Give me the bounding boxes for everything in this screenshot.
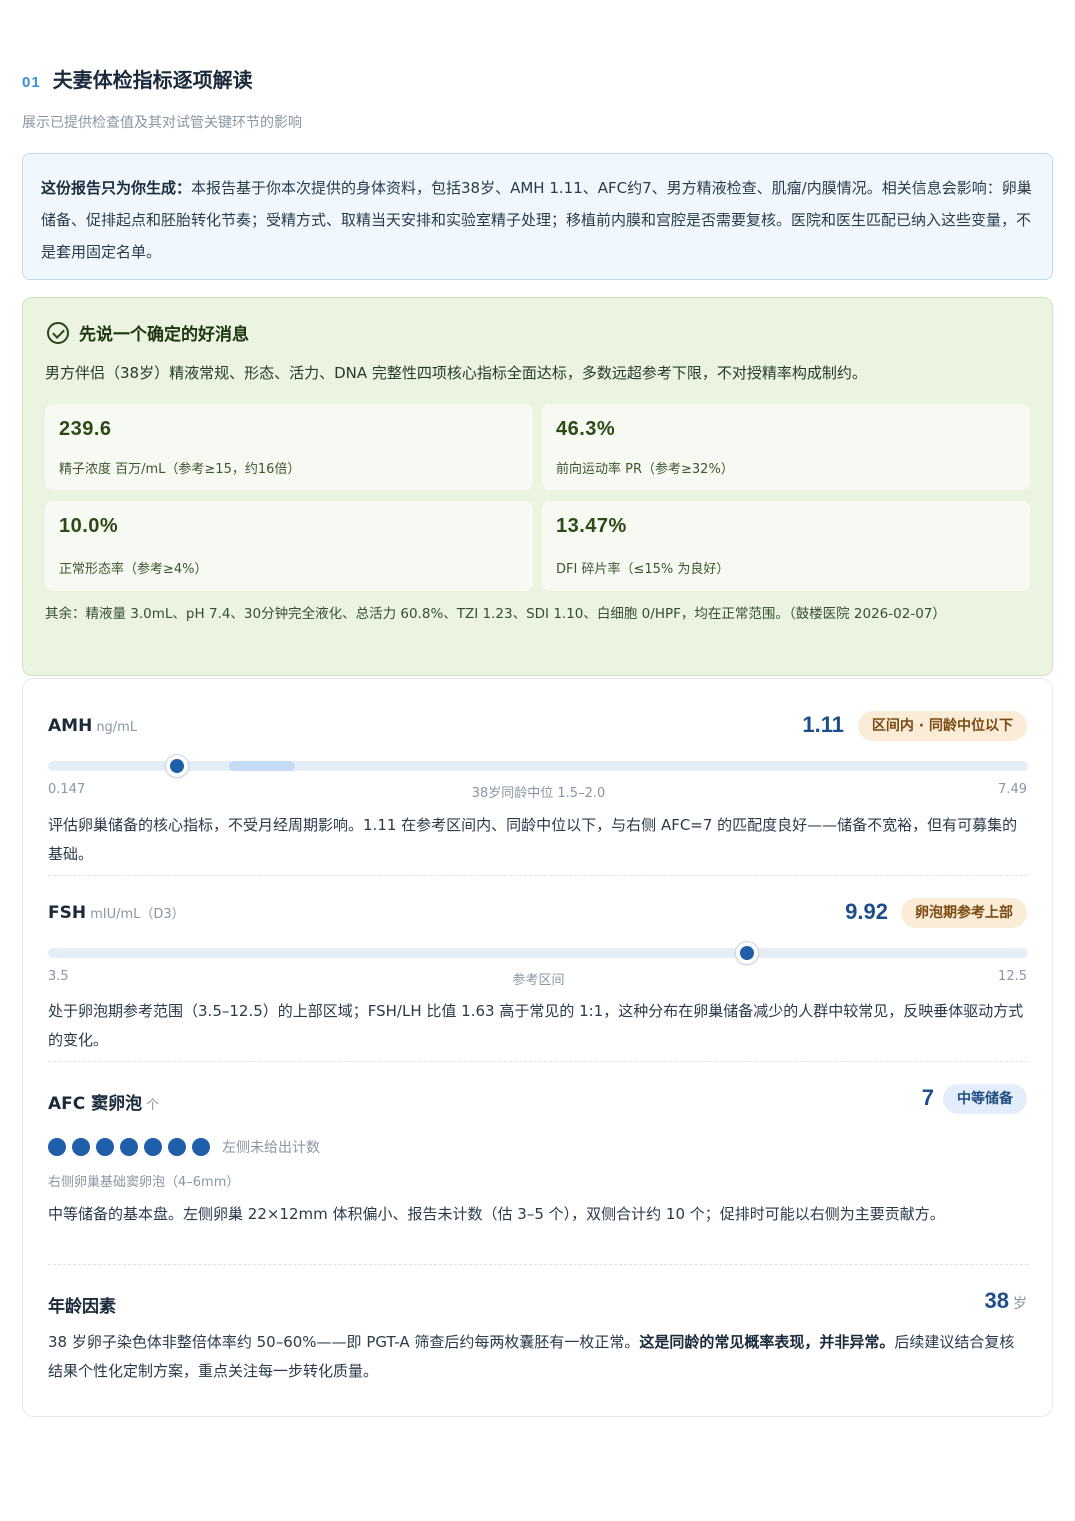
section-number: 01 [22, 74, 41, 91]
fsh-marker [736, 942, 759, 964]
stat-value: 13.47% [556, 515, 627, 537]
stat-card-concentration: 239.6 精子浓度 百万/mL（参考≥15，约16倍） [45, 404, 533, 490]
amh-marker [165, 755, 188, 777]
follicle-dot [96, 1138, 114, 1156]
stat-label: 前向运动率 PR（参考≥32%） [556, 462, 734, 477]
check-circle-icon [47, 321, 69, 344]
follicle-dot [168, 1138, 186, 1156]
divider [48, 1061, 1028, 1062]
stat-card-morphology: 10.0% 正常形态率（参考≥4%） [45, 501, 533, 591]
amh-tick-mid: 38岁同龄中位 1.5–2.0 [471, 786, 606, 801]
follicle-dot [48, 1138, 66, 1156]
divider [48, 1264, 1028, 1265]
fsh-value: 9.92 [845, 899, 888, 924]
good-news-footnote: 其余：精液量 3.0mL、pH 7.4、30分钟完全液化、总活力 60.8%、T… [45, 606, 946, 622]
stat-value: 239.6 [59, 418, 112, 440]
afc-follicle-dots: 左侧未给出计数 [48, 1137, 320, 1157]
amh-median-band [228, 761, 296, 771]
section-subtitle: 展示已提供检查值及其对试管关键环节的影响 [22, 115, 302, 131]
good-news-title-text: 先说一个确定的好消息 [79, 325, 249, 345]
fsh-tick-mid: 参考区间 [512, 973, 565, 988]
good-news-card: 先说一个确定的好消息 男方伴侣（38岁）精液常规、形态、活力、DNA 完整性四项… [22, 297, 1053, 676]
afc-sub: 右侧卵巢基础窦卵泡（4–6mm） [48, 1175, 240, 1190]
stat-label: 精子浓度 百万/mL（参考≥15，约16倍） [59, 462, 301, 477]
section-header: 01 夫妻体检指标逐项解读 [22, 64, 253, 93]
afc-dots-note: 左侧未给出计数 [222, 1140, 320, 1156]
personalized-notice: 这份报告只为你生成：本报告基于你本次提供的身体资料，包括38岁、AMH 1.11… [22, 153, 1053, 280]
fsh-badge: 卵泡期参考上部 [901, 898, 1027, 928]
fsh-unit: mIU/mL（D3） [90, 907, 185, 922]
fsh-desc: 处于卵泡期参考范围（3.5–12.5）的上部区域；FSH/LH 比值 1.63 … [48, 1002, 1024, 1049]
follicle-dot [192, 1138, 210, 1156]
good-news-title: 先说一个确定的好消息 [47, 320, 249, 345]
age-desc: 38 岁卵子染色体非整倍体率约 50–60%——即 PGT-A 筛查后约每两枚囊… [48, 1333, 1015, 1380]
amh-tick-max: 7.49 [998, 782, 1027, 797]
stat-card-motility: 46.3% 前向运动率 PR（参考≥32%） [542, 404, 1030, 490]
good-news-desc: 男方伴侣（38岁）精液常规、形态、活力、DNA 完整性四项核心指标全面达标，多数… [45, 364, 867, 382]
stat-label: DFI 碎片率（≤15% 为良好） [556, 562, 730, 577]
afc-name: AFC 窦卵泡个 [48, 1094, 160, 1114]
divider [48, 875, 1028, 876]
notice-lead: 这份报告只为你生成： [41, 179, 192, 197]
afc-value: 7 [921, 1085, 934, 1110]
afc-desc: 中等储备的基本盘。左侧卵巢 22×12mm 体积偏小、报告未计数（估 3–5 个… [48, 1205, 945, 1223]
stat-label: 正常形态率（参考≥4%） [59, 562, 208, 577]
amh-range-track [48, 755, 1028, 777]
fsh-name: FSH mIU/mL（D3） [48, 903, 185, 923]
stat-card-dfi: 13.47% DFI 碎片率（≤15% 为良好） [542, 501, 1030, 591]
age-desc-emphasis: 这是同龄的常见概率表现，并非异常。 [639, 1333, 895, 1351]
follicle-dot [144, 1138, 162, 1156]
afc-unit: 个 [146, 1098, 160, 1113]
amh-name: AMH ng/mL [48, 716, 138, 736]
fsh-range-track [48, 942, 1028, 964]
stat-value: 46.3% [556, 418, 616, 440]
afc-badge: 中等储备 [943, 1084, 1027, 1114]
section-title: 夫妻体检指标逐项解读 [52, 68, 253, 92]
follicle-dot [120, 1138, 138, 1156]
follicle-dot [72, 1138, 90, 1156]
amh-unit: ng/mL [96, 720, 138, 735]
age-name: 年龄因素 [48, 1297, 116, 1317]
amh-desc: 评估卵巢储备的核心指标，不受月经周期影响。1.11 在参考区间内、同龄中位以下，… [48, 816, 1018, 863]
fsh-tick-max: 12.5 [998, 969, 1027, 984]
age-value: 38 岁 [984, 1288, 1027, 1313]
metrics-card: AMH ng/mL 1.11 区间内 · 同龄中位以下 0.147 38岁同龄中位… [22, 678, 1053, 1417]
amh-value: 1.11 [802, 712, 844, 737]
stat-value: 10.0% [59, 515, 119, 537]
age-unit: 岁 [1013, 1295, 1027, 1311]
amh-badge: 区间内 · 同龄中位以下 [857, 711, 1027, 741]
